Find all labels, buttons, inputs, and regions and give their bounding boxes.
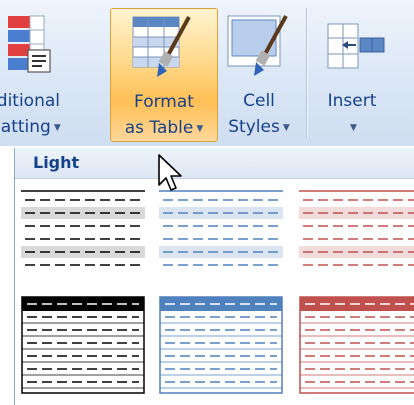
conditional-formatting-button[interactable]: nditional natting▼ — [0, 8, 108, 142]
table-style-thumbnail[interactable] — [299, 188, 414, 272]
chevron-down-icon: ▼ — [350, 123, 357, 133]
conditional-formatting-label-line1: nditional — [0, 91, 60, 111]
format-as-table-label-text: as Table — [124, 118, 194, 138]
table-style-thumbnail[interactable] — [159, 296, 283, 394]
chevron-down-icon: ▼ — [282, 123, 290, 133]
chevron-down-icon: ▼ — [53, 123, 61, 133]
table-style-thumbnail[interactable] — [21, 188, 145, 272]
format-as-table-button[interactable]: Format as Table ▼ — [110, 8, 218, 142]
insert-label: Insert — [327, 91, 377, 111]
table-style-thumbnail[interactable] — [299, 296, 414, 394]
table-style-thumbnail[interactable] — [21, 296, 145, 394]
format-as-table-icon — [132, 16, 191, 77]
cell-styles-label-line2: Styles ▼ — [220, 116, 298, 139]
chevron-down-icon: ▼ — [196, 124, 204, 134]
conditional-formatting-label-line2: natting▼ — [0, 116, 61, 139]
mouse-pointer-icon — [158, 154, 182, 191]
cell-styles-button[interactable]: Cell Styles ▼ — [220, 8, 298, 142]
gallery-section-header: Light — [15, 148, 414, 179]
conditional-formatting-icon — [8, 15, 51, 73]
group-separator — [306, 8, 307, 138]
cell-styles-icon — [227, 15, 288, 76]
format-as-table-label-line2: as Table ▼ — [111, 117, 217, 140]
cell-styles-label-text: Styles — [228, 117, 280, 137]
table-style-thumbnail[interactable] — [159, 188, 283, 272]
ribbon-styles-group: nditional natting▼ Format as Table▼ — [0, 0, 414, 146]
insert-cells-button[interactable]: Insert ▼ — [316, 8, 388, 142]
conditional-formatting-label-text: natting — [0, 117, 51, 137]
insert-cells-icon — [327, 23, 385, 69]
cell-styles-label-line1: Cell — [243, 91, 275, 111]
gallery-section-label: Light — [33, 153, 80, 172]
format-as-table-label-line1: Format — [134, 92, 194, 112]
insert-dropdown[interactable]: ▼ — [316, 116, 388, 139]
table-style-gallery: Light — [14, 148, 414, 405]
